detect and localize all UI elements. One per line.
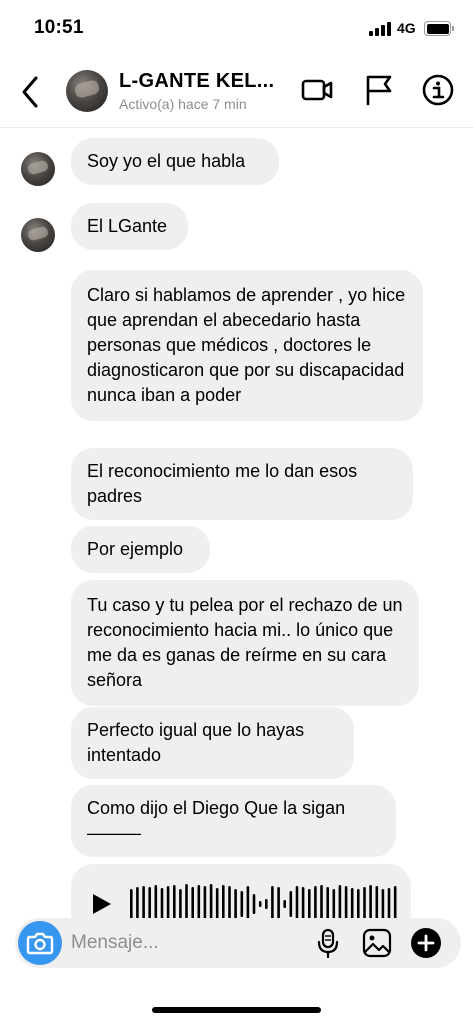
- waveform-bar: [314, 886, 317, 922]
- waveform-bar: [136, 887, 139, 921]
- waveform-bar: [357, 889, 360, 919]
- waveform-bar: [148, 887, 151, 921]
- message-bubble[interactable]: Tu caso y tu pelea por el rechazo de un …: [71, 580, 419, 706]
- waveform-bar: [130, 889, 133, 919]
- gallery-icon: [362, 928, 392, 958]
- waveform-bar: [375, 886, 379, 922]
- gallery-button[interactable]: [361, 927, 393, 959]
- waveform-bar: [252, 894, 256, 914]
- waveform-bar: [179, 889, 182, 919]
- message-input[interactable]: [71, 928, 291, 958]
- flag-icon: [366, 75, 392, 106]
- contact-name[interactable]: L-GANTE KEL...: [119, 70, 274, 93]
- more-options-button[interactable]: [410, 927, 442, 959]
- video-call-button[interactable]: [300, 73, 334, 107]
- waveform-bar: [258, 901, 262, 907]
- waveform-bar: [277, 887, 280, 921]
- plus-icon: [411, 928, 441, 958]
- contact-avatar[interactable]: [66, 70, 108, 112]
- waveform-bar: [191, 887, 194, 921]
- waveform-bar: [295, 886, 299, 922]
- waveform-bar: [289, 891, 293, 917]
- back-button[interactable]: [14, 72, 48, 112]
- message-bubble[interactable]: Perfecto igual que lo hayas intentado: [71, 707, 354, 779]
- waveform-bar: [344, 886, 348, 922]
- camera-icon: [26, 932, 54, 955]
- waveform-bar: [228, 886, 231, 922]
- sender-avatar[interactable]: [21, 218, 55, 252]
- waveform-bar: [332, 889, 336, 919]
- video-camera-icon: [301, 79, 333, 101]
- message-bubble[interactable]: Claro si hablamos de aprender , yo hice …: [71, 270, 423, 421]
- waveform-bar: [240, 891, 244, 917]
- info-icon: [422, 74, 454, 106]
- waveform-bar: [301, 887, 305, 921]
- waveform-bar: [234, 889, 237, 919]
- waveform-bar: [246, 886, 250, 922]
- back-icon: [22, 76, 38, 108]
- waveform-bar: [393, 886, 397, 922]
- info-button[interactable]: [421, 73, 455, 107]
- microphone-icon: [317, 928, 339, 959]
- waveform-bar: [142, 886, 145, 922]
- waveform-bar: [203, 886, 207, 922]
- waveform-bar: [363, 887, 366, 921]
- network-type: 4G: [397, 20, 416, 36]
- status-bar: 10:51 4G: [0, 0, 473, 56]
- waveform-bar: [381, 889, 385, 919]
- message-bubble[interactable]: Soy yo el que habla: [71, 138, 279, 185]
- message-bubble[interactable]: El LGante: [71, 203, 188, 250]
- waveform-bar: [326, 887, 329, 921]
- home-indicator: [152, 1007, 321, 1013]
- waveform-bar: [160, 888, 164, 920]
- sender-avatar[interactable]: [21, 152, 55, 186]
- waveform-bar: [308, 889, 311, 919]
- signal-strength-icon: [369, 22, 391, 36]
- waveform-bar: [265, 899, 268, 909]
- contact-status: Activo(a) hace 7 min: [119, 96, 247, 112]
- waveform-bar: [166, 886, 170, 922]
- waveform-bar: [387, 888, 391, 920]
- voice-record-button[interactable]: [312, 927, 344, 959]
- report-button[interactable]: [362, 73, 396, 107]
- battery-icon: [424, 21, 454, 36]
- message-composer: [15, 918, 461, 968]
- message-bubble[interactable]: Por ejemplo: [71, 526, 210, 573]
- waveform-bar: [350, 888, 354, 920]
- play-icon[interactable]: [91, 892, 113, 916]
- chat-header: L-GANTE KEL... Activo(a) hace 7 min: [0, 56, 473, 128]
- message-bubble[interactable]: Como dijo el Diego Que la sigan ———: [71, 785, 396, 857]
- camera-button[interactable]: [18, 921, 62, 965]
- message-bubble[interactable]: El reconocimiento me lo dan esos padres: [71, 448, 413, 520]
- waveform-bar: [271, 886, 274, 922]
- status-time: 10:51: [34, 17, 84, 38]
- waveform-bar: [215, 888, 219, 920]
- waveform-bar: [283, 900, 286, 908]
